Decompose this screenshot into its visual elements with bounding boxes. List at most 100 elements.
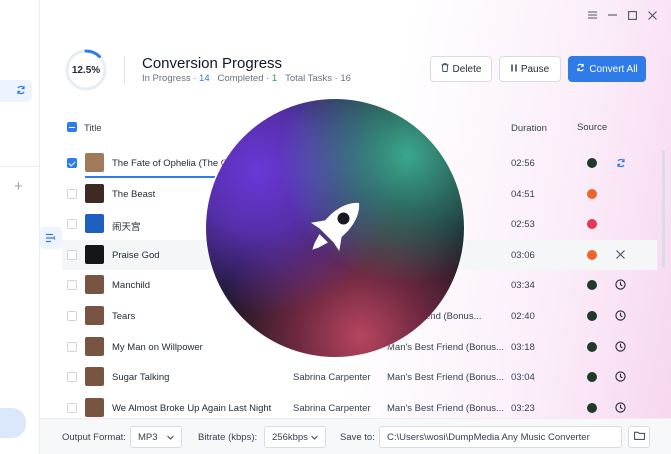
output-format-select[interactable]: MP3 xyxy=(130,426,182,448)
window-controls xyxy=(587,10,657,20)
row-checkbox[interactable] xyxy=(67,341,77,352)
trash-icon xyxy=(441,63,449,75)
track-duration: 02:56 xyxy=(511,158,535,169)
refresh-icon xyxy=(16,85,26,98)
column-source[interactable]: Source xyxy=(577,122,607,133)
album-art xyxy=(85,336,104,356)
row-checkbox[interactable] xyxy=(67,158,77,168)
pause-label: Pause xyxy=(520,63,550,75)
pending-clock-icon xyxy=(614,370,627,383)
task-stats: In Progress · 14 Completed · 1 Total Tas… xyxy=(142,73,351,84)
source-icon xyxy=(587,372,597,383)
bitrate-select[interactable]: 256kbps xyxy=(264,426,326,448)
output-format-label: Output Format: xyxy=(62,432,126,443)
source-icon xyxy=(587,188,597,199)
track-artist: Sabrina Carpenter xyxy=(293,372,371,384)
in-progress-count: 14 xyxy=(199,73,210,84)
source-icon xyxy=(587,219,597,230)
bitrate-label: Bitrate (kbps): xyxy=(198,432,258,443)
rocket-icon xyxy=(295,187,375,270)
row-checkbox[interactable] xyxy=(67,280,77,291)
pending-clock-icon xyxy=(614,309,627,322)
track-artist: Sabrina Carpenter xyxy=(293,402,371,414)
convert-all-label: Convert All xyxy=(589,63,638,75)
sidebar-bottom-button[interactable] xyxy=(0,408,26,438)
completed-label: Completed · xyxy=(217,73,272,84)
playlist-icon[interactable] xyxy=(40,227,62,249)
track-duration: 03:23 xyxy=(511,402,535,414)
output-format-value: MP3 xyxy=(138,431,158,443)
sidebar-divider xyxy=(0,166,40,167)
left-sidebar: + xyxy=(0,0,40,454)
row-checkbox[interactable] xyxy=(67,219,77,230)
folder-icon xyxy=(633,431,645,443)
album-art xyxy=(85,214,104,234)
save-path-field[interactable]: C:\Users\wosi\DumpMedia Any Music Conver… xyxy=(379,426,622,448)
row-checkbox[interactable] xyxy=(67,249,77,260)
converting-icon xyxy=(614,156,627,169)
select-all-checkbox[interactable] xyxy=(67,122,77,132)
source-icon xyxy=(587,249,597,260)
column-duration[interactable]: Duration xyxy=(511,123,547,134)
conversion-header: 12.5% Conversion Progress In Progress · … xyxy=(62,42,657,98)
table-row[interactable]: Sugar Talking Sabrina Carpenter Man's Best… xyxy=(62,362,657,392)
delete-button[interactable]: Delete xyxy=(430,56,492,82)
pause-button[interactable]: Pause xyxy=(499,56,561,82)
menu-icon[interactable] xyxy=(587,10,597,20)
album-art xyxy=(85,183,104,203)
close-icon[interactable] xyxy=(647,10,657,20)
pending-clock-icon xyxy=(614,401,627,414)
total-tasks: Total Tasks · 16 xyxy=(285,73,351,84)
album-art xyxy=(85,397,104,417)
track-duration: 03:18 xyxy=(511,341,535,353)
row-checkbox[interactable] xyxy=(67,188,77,199)
source-icon xyxy=(587,311,597,321)
chevron-down-icon xyxy=(167,432,174,443)
album-art xyxy=(85,306,104,325)
header-divider xyxy=(124,56,125,84)
column-title[interactable]: Title xyxy=(84,123,102,134)
track-title: We Almost Broke Up Again Last Night xyxy=(112,402,272,414)
source-icon xyxy=(587,402,597,413)
row-checkbox[interactable] xyxy=(67,402,77,413)
track-album: Man's Best Friend (Bonus... xyxy=(387,341,504,353)
refresh-icon xyxy=(576,63,585,75)
row-checkbox[interactable] xyxy=(67,311,77,321)
sidebar-item-converting[interactable] xyxy=(0,80,32,102)
album-art xyxy=(85,153,104,172)
track-duration: 03:34 xyxy=(511,280,535,292)
pending-clock-icon xyxy=(614,340,627,353)
bitrate-value: 256kbps xyxy=(272,431,308,443)
launch-badge xyxy=(206,99,464,357)
track-duration: 03:04 xyxy=(511,372,535,384)
minimize-icon[interactable] xyxy=(607,10,617,20)
source-icon xyxy=(587,280,597,291)
delete-label: Delete xyxy=(452,63,482,75)
chevron-down-icon xyxy=(311,432,318,443)
remove-icon[interactable] xyxy=(614,248,627,261)
source-icon xyxy=(587,158,597,168)
folder-button[interactable] xyxy=(628,426,650,448)
track-duration: 02:53 xyxy=(511,219,535,231)
pause-icon xyxy=(511,64,517,75)
footer-bar: Output Format: MP3 Bitrate (kbps): 256kb… xyxy=(40,418,671,454)
completed-count: 1 xyxy=(271,73,278,84)
track-title: My Man on Willpower xyxy=(112,341,203,353)
pending-clock-icon xyxy=(614,278,627,291)
track-title: Sugar Talking xyxy=(112,372,170,384)
track-duration: 02:40 xyxy=(511,311,535,322)
album-art xyxy=(85,244,104,264)
save-to-label: Save to: xyxy=(340,432,375,443)
convert-all-button[interactable]: Convert All xyxy=(568,56,646,82)
in-progress-label: In Progress · xyxy=(142,73,200,84)
row-checkbox[interactable] xyxy=(67,372,77,383)
scrollbar[interactable] xyxy=(662,150,665,268)
track-duration: 04:51 xyxy=(511,188,535,200)
track-album: Man's Best Friend (Bonus... xyxy=(387,402,504,414)
plus-icon[interactable]: + xyxy=(14,178,23,195)
maximize-icon[interactable] xyxy=(627,10,637,20)
source-icon xyxy=(587,341,597,352)
page-title: Conversion Progress xyxy=(142,55,283,72)
progress-percent: 12.5% xyxy=(71,64,101,76)
track-album: Man's Best Friend (Bonus... xyxy=(387,372,504,384)
